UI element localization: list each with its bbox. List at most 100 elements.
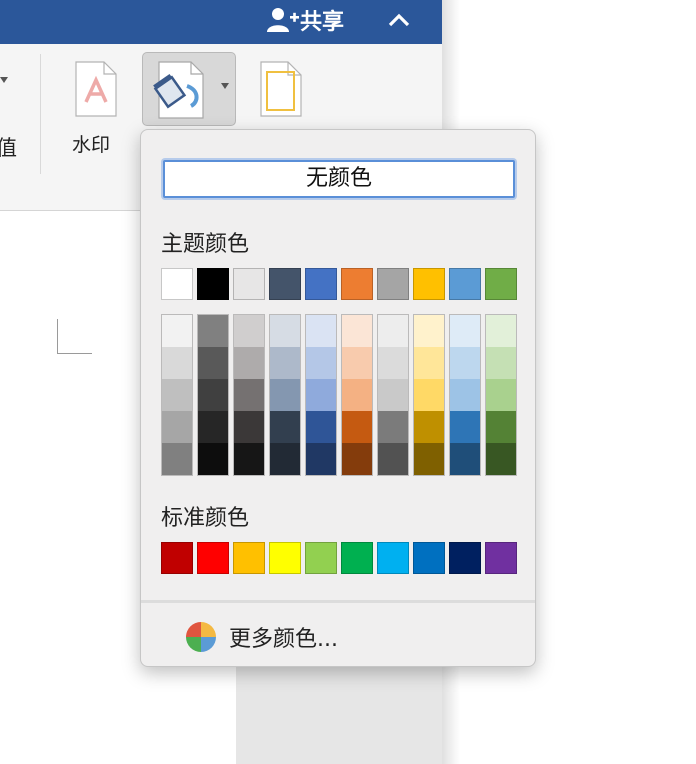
theme-shade-swatch[interactable] xyxy=(198,443,228,475)
standard-color-swatch[interactable] xyxy=(449,542,481,574)
theme-shade-swatch[interactable] xyxy=(234,379,264,411)
theme-shade-swatch[interactable] xyxy=(450,347,480,379)
theme-shade-column xyxy=(341,314,373,476)
theme-shade-swatch[interactable] xyxy=(270,379,300,411)
watermark-button[interactable] xyxy=(70,58,122,178)
theme-color-swatch[interactable] xyxy=(161,268,193,300)
watermark-icon xyxy=(75,61,117,117)
theme-color-swatch[interactable] xyxy=(233,268,265,300)
theme-color-swatch[interactable] xyxy=(341,268,373,300)
theme-shade-swatch[interactable] xyxy=(378,379,408,411)
standard-color-swatch[interactable] xyxy=(269,542,301,574)
theme-shade-column xyxy=(161,314,193,476)
theme-shade-swatch[interactable] xyxy=(198,347,228,379)
ribbon-divider xyxy=(40,54,41,174)
theme-color-swatch[interactable] xyxy=(305,268,337,300)
theme-shade-swatch[interactable] xyxy=(162,347,192,379)
theme-shade-column xyxy=(305,314,337,476)
theme-color-swatch[interactable] xyxy=(413,268,445,300)
theme-shade-swatch[interactable] xyxy=(378,411,408,443)
chevron-down-icon[interactable] xyxy=(0,77,8,83)
theme-shade-swatch[interactable] xyxy=(414,443,444,475)
page-border-button[interactable] xyxy=(258,60,304,118)
theme-shade-swatch[interactable] xyxy=(342,443,372,475)
theme-shade-swatch[interactable] xyxy=(270,443,300,475)
theme-shade-swatch[interactable] xyxy=(342,315,372,347)
theme-shade-swatch[interactable] xyxy=(162,379,192,411)
paint-bucket-icon xyxy=(153,61,204,119)
page-color-button[interactable] xyxy=(142,52,236,126)
chevron-up-icon[interactable] xyxy=(387,8,411,32)
theme-shade-swatch[interactable] xyxy=(378,347,408,379)
theme-shade-swatch[interactable] xyxy=(306,315,336,347)
watermark-label: 水印 xyxy=(72,134,111,156)
page-color-menu: 无颜色 主题颜色 标准颜色 更多颜色... xyxy=(140,129,536,667)
theme-shade-swatch[interactable] xyxy=(270,315,300,347)
standard-color-swatch[interactable] xyxy=(341,542,373,574)
ribbon-cut-label: 值 xyxy=(0,136,17,160)
more-colors-item[interactable]: 更多颜色... xyxy=(185,621,338,653)
theme-shade-column xyxy=(413,314,445,476)
standard-color-swatch[interactable] xyxy=(485,542,517,574)
more-colors-label: 更多颜色... xyxy=(229,627,338,652)
theme-shade-column xyxy=(485,314,517,476)
theme-shade-swatch[interactable] xyxy=(234,315,264,347)
theme-shade-swatch[interactable] xyxy=(162,315,192,347)
menu-divider xyxy=(141,600,535,603)
theme-color-swatch[interactable] xyxy=(377,268,409,300)
theme-shade-swatch[interactable] xyxy=(342,411,372,443)
theme-shade-swatch[interactable] xyxy=(378,315,408,347)
theme-shade-swatch[interactable] xyxy=(162,443,192,475)
standard-color-swatch[interactable] xyxy=(233,542,265,574)
page-border-icon xyxy=(260,61,302,117)
theme-shade-swatch[interactable] xyxy=(450,379,480,411)
theme-shade-swatch[interactable] xyxy=(378,443,408,475)
theme-shade-swatch[interactable] xyxy=(342,347,372,379)
theme-shade-column xyxy=(197,314,229,476)
theme-shade-swatch[interactable] xyxy=(414,315,444,347)
theme-shade-swatch[interactable] xyxy=(414,379,444,411)
theme-shade-swatch[interactable] xyxy=(162,411,192,443)
page-margin-marker xyxy=(57,319,92,354)
theme-shade-swatch[interactable] xyxy=(486,411,516,443)
theme-color-swatch[interactable] xyxy=(485,268,517,300)
color-wheel-icon xyxy=(186,622,216,652)
theme-shade-swatch[interactable] xyxy=(306,347,336,379)
theme-shade-swatch[interactable] xyxy=(198,379,228,411)
standard-color-swatch[interactable] xyxy=(377,542,409,574)
theme-shade-swatch[interactable] xyxy=(270,411,300,443)
theme-shade-swatch[interactable] xyxy=(414,411,444,443)
theme-shade-swatch[interactable] xyxy=(234,347,264,379)
share-button[interactable]: 共享 xyxy=(266,6,345,35)
chevron-down-icon[interactable] xyxy=(221,83,229,89)
add-person-icon xyxy=(267,8,299,32)
theme-shade-column xyxy=(269,314,301,476)
theme-color-swatch[interactable] xyxy=(449,268,481,300)
theme-shade-swatch[interactable] xyxy=(450,411,480,443)
theme-shade-swatch[interactable] xyxy=(306,379,336,411)
theme-color-swatch[interactable] xyxy=(197,268,229,300)
theme-shade-swatch[interactable] xyxy=(486,443,516,475)
theme-shade-swatch[interactable] xyxy=(198,411,228,443)
theme-colors-title: 主题颜色 xyxy=(161,232,250,257)
theme-shade-swatch[interactable] xyxy=(342,379,372,411)
theme-shade-swatch[interactable] xyxy=(306,443,336,475)
theme-shade-swatch[interactable] xyxy=(450,443,480,475)
theme-shade-swatch[interactable] xyxy=(234,411,264,443)
standard-color-swatch[interactable] xyxy=(197,542,229,574)
theme-shade-swatch[interactable] xyxy=(486,315,516,347)
standard-color-swatch[interactable] xyxy=(161,542,193,574)
theme-shade-swatch[interactable] xyxy=(198,315,228,347)
theme-shade-swatch[interactable] xyxy=(450,315,480,347)
theme-shade-swatch[interactable] xyxy=(486,379,516,411)
theme-shade-swatch[interactable] xyxy=(414,347,444,379)
theme-shade-swatch[interactable] xyxy=(270,347,300,379)
theme-color-swatch[interactable] xyxy=(269,268,301,300)
standard-color-swatch[interactable] xyxy=(413,542,445,574)
theme-shade-swatch[interactable] xyxy=(486,347,516,379)
theme-shade-swatch[interactable] xyxy=(234,443,264,475)
share-label: 共享 xyxy=(300,10,345,35)
standard-color-swatch[interactable] xyxy=(305,542,337,574)
theme-shade-swatch[interactable] xyxy=(306,411,336,443)
no-color-button[interactable]: 无颜色 xyxy=(163,160,515,198)
